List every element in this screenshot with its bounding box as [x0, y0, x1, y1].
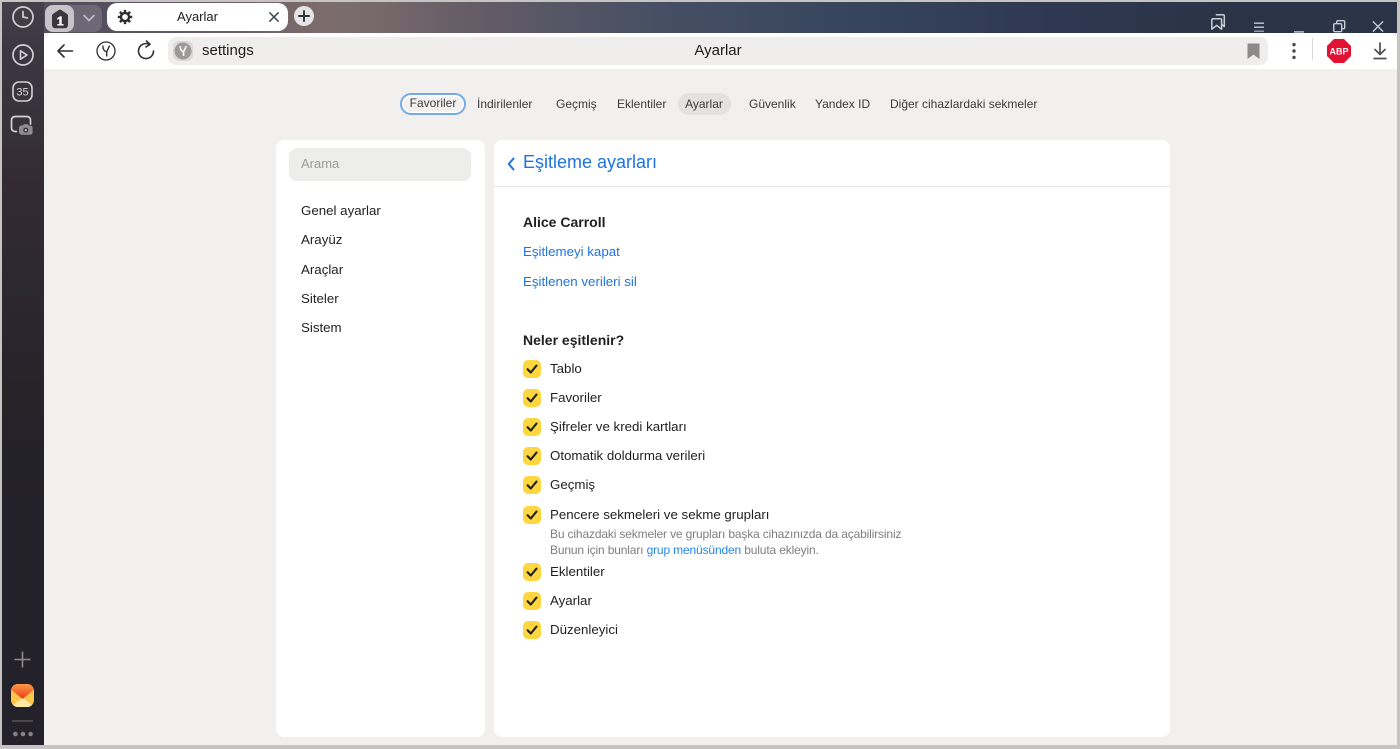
svg-text:35: 35 [16, 86, 28, 98]
svg-text:ABP: ABP [1329, 47, 1348, 57]
